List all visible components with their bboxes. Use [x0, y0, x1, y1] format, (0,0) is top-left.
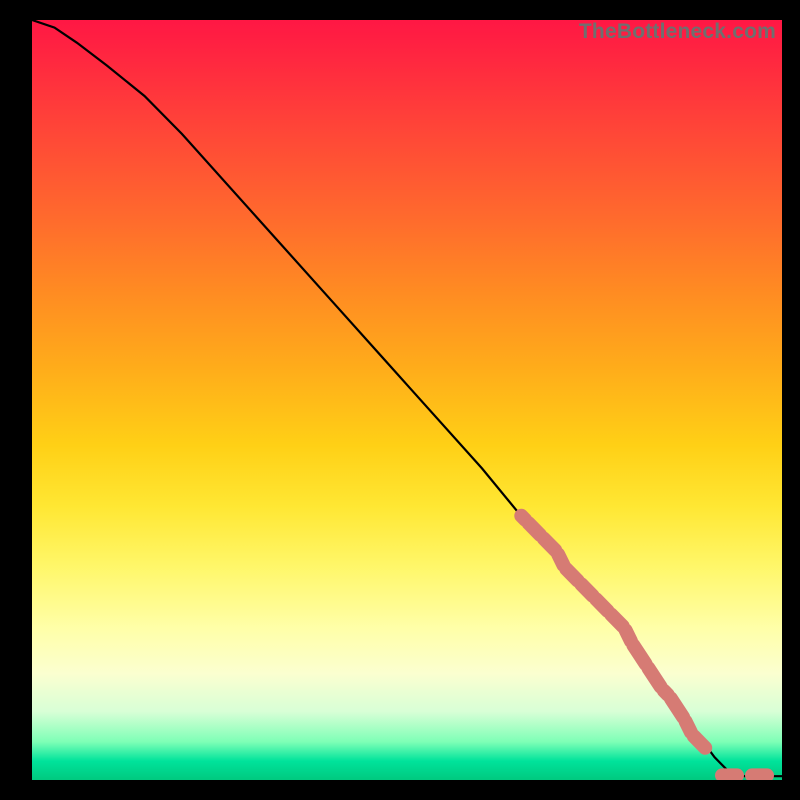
plot-area: TheBottleneck.com	[32, 20, 782, 780]
chart-overlay	[32, 20, 782, 780]
highlight-dashes	[521, 516, 767, 776]
chart-frame: TheBottleneck.com	[0, 0, 800, 800]
curve-line	[32, 20, 782, 776]
